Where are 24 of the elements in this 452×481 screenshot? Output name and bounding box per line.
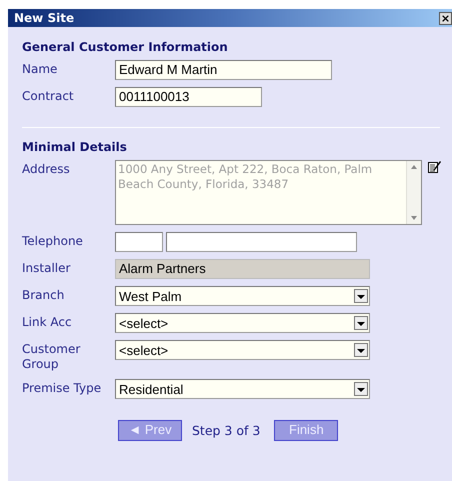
dropdown[interactable]: West Palm [115, 286, 370, 306]
input-field[interactable] [115, 232, 163, 252]
section-heading: General Customer Information [22, 40, 228, 54]
field-label: Customer Group [22, 342, 82, 372]
edit-icon[interactable] [428, 160, 441, 173]
close-button[interactable]: × [439, 12, 452, 24]
window-title: New Site [14, 11, 74, 25]
dropdown[interactable]: <select> [115, 340, 370, 360]
section-heading: Minimal Details [22, 140, 127, 154]
step-indicator: Step 3 of 3 [192, 423, 260, 438]
input-field[interactable]: Alarm Partners [115, 259, 370, 279]
field-label: Branch [22, 288, 64, 303]
dropdown[interactable]: Residential [115, 379, 370, 399]
field-label: Name [22, 62, 58, 77]
input-field[interactable] [166, 232, 357, 252]
input-field[interactable]: 0011100013 [115, 87, 262, 107]
field-label: Link Acc [22, 315, 72, 330]
field-label: Telephone [22, 234, 83, 249]
field-label: Address [22, 162, 70, 177]
dropdown[interactable]: <select> [115, 313, 370, 333]
field-label: Premise Type [22, 381, 102, 396]
field-label: Installer [22, 261, 70, 276]
input-field[interactable]: Edward M Martin [115, 60, 332, 80]
field-label: Contract [22, 89, 74, 104]
